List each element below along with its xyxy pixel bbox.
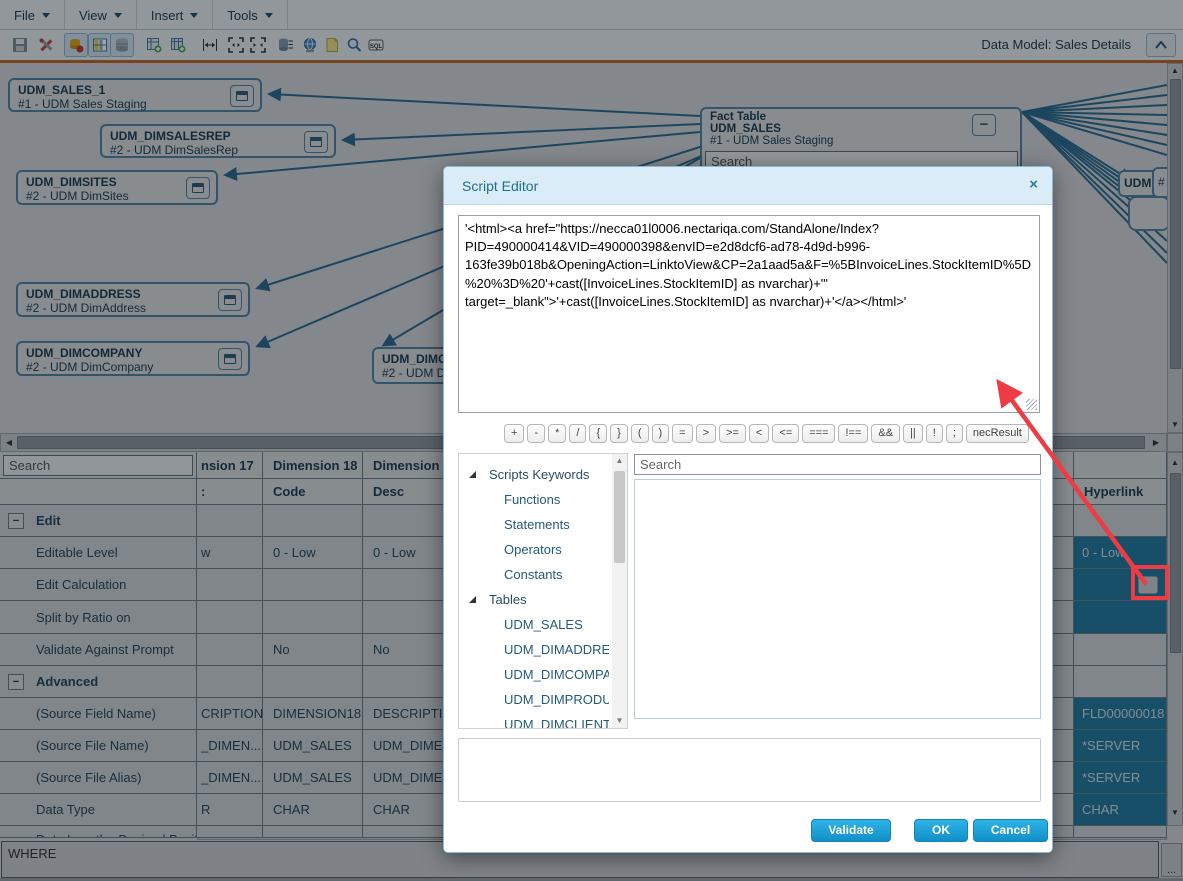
dialog-titlebar[interactable]: Script Editor × [444, 167, 1052, 205]
tree-expanded-icon [469, 596, 476, 603]
scroll-up-icon[interactable]: ▲ [612, 454, 627, 468]
tree-item-udm-dimcompany[interactable]: UDM_DIMCOMPANY [459, 662, 609, 687]
tree-scroll-thumb[interactable] [614, 471, 625, 563]
tree-item-label: UDM_DIMCLIENT [504, 717, 609, 729]
tree-item-tables[interactable]: Tables [459, 587, 609, 612]
operator-button-!==[interactable]: !== [838, 424, 869, 443]
tree-item-udm-dimclient[interactable]: UDM_DIMCLIENT [459, 712, 609, 729]
tree-item-label: Operators [504, 542, 562, 557]
tree-item-label: Scripts Keywords [489, 467, 590, 482]
operator-button-===[interactable]: === [802, 424, 836, 443]
validation-message-box [458, 738, 1041, 802]
tree-expanded-icon [469, 471, 476, 478]
tree-item-label: UDM_SALES [504, 617, 583, 632]
resize-handle-icon[interactable] [1026, 399, 1037, 410]
tree-item-udm-sales[interactable]: UDM_SALES [459, 612, 609, 637]
operator-button-)[interactable]: ) [651, 424, 670, 443]
operator-button-}[interactable]: } [610, 424, 628, 443]
dialog-title: Script Editor [462, 178, 539, 194]
tree-item-label: Tables [489, 592, 527, 607]
tree-item-operators[interactable]: Operators [459, 537, 609, 562]
operator-button-![interactable]: ! [925, 424, 943, 443]
tree-item-label: Statements [504, 517, 570, 532]
scroll-down-icon[interactable]: ▼ [612, 714, 627, 728]
operator-button->=[interactable]: >= [719, 424, 746, 443]
tree-item-constants[interactable]: Constants [459, 562, 609, 587]
script-input[interactable] [458, 215, 1040, 413]
operator-button-*[interactable]: * [548, 424, 567, 443]
operator-button-/[interactable]: / [569, 424, 587, 443]
operator-button-([interactable]: ( [630, 424, 649, 443]
tree-item-label: UDM_DIMPRODUCT [504, 692, 609, 707]
operator-button-+[interactable]: + [504, 424, 525, 443]
operator-button-=[interactable]: = [672, 424, 693, 443]
tree-item-statements[interactable]: Statements [459, 512, 609, 537]
tree-item-label: UDM_DIMADDRESS [504, 642, 609, 657]
operator-button--[interactable]: - [527, 424, 546, 443]
tree-item-label: Functions [504, 492, 561, 507]
operator-button-necResult[interactable]: necResult [965, 424, 1029, 443]
script-editor-dialog: Script Editor × +-*/{}()=>>=<<====!==&&|… [443, 166, 1053, 853]
script-search-input[interactable] [634, 454, 1041, 475]
tree-item-functions[interactable]: Functions [459, 487, 609, 512]
operator-button-<[interactable]: < [748, 424, 770, 443]
keywords-tree[interactable]: Scripts Keywords Functions Statements Opera… [458, 453, 628, 729]
keyword-results-list [634, 479, 1041, 719]
tree-item-udm-dimproduct[interactable]: UDM_DIMPRODUCT [459, 687, 609, 712]
operator-button-<=[interactable]: <= [772, 424, 800, 443]
tree-scrollbar[interactable]: ▲ ▼ [612, 454, 627, 728]
operator-button-;[interactable]: ; [945, 424, 963, 443]
validate-button[interactable]: Validate [811, 819, 891, 842]
operator-button->[interactable]: > [695, 424, 717, 443]
operator-button-{[interactable]: { [589, 424, 608, 443]
ok-button[interactable]: OK [914, 819, 968, 842]
operator-button-||[interactable]: || [903, 424, 923, 443]
cancel-button[interactable]: Cancel [973, 819, 1048, 842]
tree-item-scripts-keywords[interactable]: Scripts Keywords [459, 462, 609, 487]
operator-buttons-row: + - * /{}() = > >= < <= === !== && ||!; necResult [504, 424, 1044, 446]
close-icon[interactable]: × [1029, 176, 1038, 193]
tree-item-udm-dimaddress[interactable]: UDM_DIMADDRESS [459, 637, 609, 662]
tree-item-label: Constants [504, 567, 563, 582]
tree-item-label: UDM_DIMCOMPANY [504, 667, 609, 682]
operator-button-&&[interactable]: && [871, 424, 901, 443]
